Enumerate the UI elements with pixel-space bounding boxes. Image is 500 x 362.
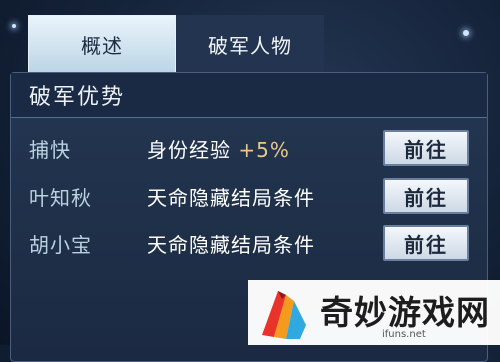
go-button[interactable]: 前往 [383,178,469,214]
list-item: 胡小宝 天命隐藏结局条件 前往 [11,223,487,263]
tab-pojun-characters[interactable]: 破军人物 [176,15,324,73]
tab-overview[interactable]: 概述 [28,15,176,73]
character-name: 捕快 [29,137,71,162]
watermark-text: 奇妙游戏网 [320,293,490,332]
character-name: 叶知秋 [29,185,92,210]
list-item: 捕快 身份经验 +5% 前往 [11,128,487,168]
condition-text: 天命隐藏结局条件 [147,185,315,210]
star-decoration [12,24,16,28]
star-decoration [463,30,469,36]
go-button[interactable]: 前往 [383,130,469,166]
watermark-logo-icon [262,291,306,339]
bonus-value: +5% [238,137,290,162]
character-name: 胡小宝 [29,232,92,257]
watermark-url: ifuns.net [382,329,426,340]
condition-text: 身份经验 +5% [147,137,290,162]
panel-header: 破军优势 [11,73,487,118]
condition-text: 天命隐藏结局条件 [147,232,315,257]
tab-bar: 概述 破军人物 [28,15,325,73]
list-item: 叶知秋 天命隐藏结局条件 前往 [11,176,487,216]
panel-title: 破军优势 [29,85,126,110]
go-button[interactable]: 前往 [383,225,469,261]
